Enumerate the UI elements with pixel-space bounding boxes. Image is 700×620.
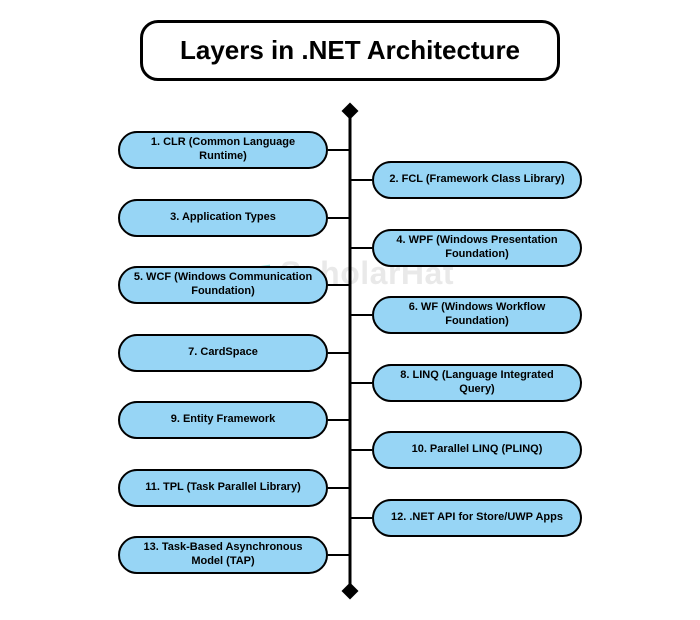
layer-pill: 7. CardSpace (118, 334, 328, 372)
timeline-axis (349, 111, 352, 591)
diamond-top-icon (342, 103, 359, 120)
timeline-tick (328, 284, 350, 286)
layer-label: 12. .NET API for Store/UWP Apps (391, 511, 563, 525)
layer-label: 4. WPF (Windows Presentation Foundation) (384, 234, 570, 262)
timeline-tick (328, 419, 350, 421)
layer-label: 10. Parallel LINQ (PLINQ) (412, 443, 543, 457)
timeline-tick (350, 314, 372, 316)
layer-label: 3. Application Types (170, 211, 276, 225)
layer-pill: 11. TPL (Task Parallel Library) (118, 469, 328, 507)
timeline-tick (328, 217, 350, 219)
layer-pill: 3. Application Types (118, 199, 328, 237)
layer-label: 6. WF (Windows Workflow Foundation) (384, 301, 570, 329)
page-title: Layers in .NET Architecture (163, 35, 537, 66)
timeline-tick (350, 179, 372, 181)
layer-label: 1. CLR (Common Language Runtime) (130, 136, 316, 164)
layer-label: 9. Entity Framework (171, 413, 276, 427)
layer-label: 2. FCL (Framework Class Library) (389, 173, 564, 187)
layer-label: 8. LINQ (Language Integrated Query) (384, 369, 570, 397)
timeline-tick (350, 449, 372, 451)
timeline-tick (350, 517, 372, 519)
diamond-bottom-icon (342, 583, 359, 600)
timeline-tick (328, 149, 350, 151)
layer-label: 5. WCF (Windows Communication Foundation… (130, 271, 316, 299)
layer-pill: 1. CLR (Common Language Runtime) (118, 131, 328, 169)
timeline-tick (350, 382, 372, 384)
layer-pill: 9. Entity Framework (118, 401, 328, 439)
layer-label: 11. TPL (Task Parallel Library) (145, 481, 301, 495)
layer-pill: 13. Task-Based Asynchronous Model (TAP) (118, 536, 328, 574)
layer-label: 7. CardSpace (188, 346, 258, 360)
timeline-tick (328, 554, 350, 556)
layer-pill: 5. WCF (Windows Communication Foundation… (118, 266, 328, 304)
timeline-tick (328, 352, 350, 354)
layer-label: 13. Task-Based Asynchronous Model (TAP) (130, 541, 316, 569)
timeline-tick (328, 487, 350, 489)
layer-pill: 6. WF (Windows Workflow Foundation) (372, 296, 582, 334)
title-box: Layers in .NET Architecture (140, 20, 560, 81)
layer-pill: 8. LINQ (Language Integrated Query) (372, 364, 582, 402)
layer-pill: 10. Parallel LINQ (PLINQ) (372, 431, 582, 469)
layer-pill: 4. WPF (Windows Presentation Foundation) (372, 229, 582, 267)
timeline-diagram: 1. CLR (Common Language Runtime) 2. FCL (… (50, 111, 650, 591)
timeline-tick (350, 247, 372, 249)
layer-pill: 2. FCL (Framework Class Library) (372, 161, 582, 199)
layer-pill: 12. .NET API for Store/UWP Apps (372, 499, 582, 537)
